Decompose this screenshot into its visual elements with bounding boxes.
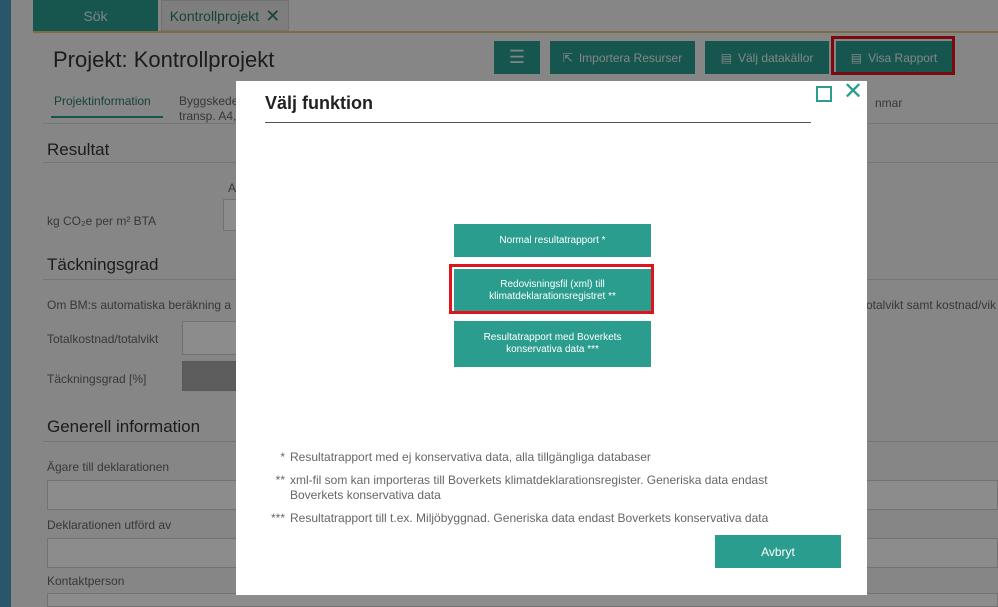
footnote-mark: *** — [270, 511, 285, 525]
footnote-text-continued: Boverkets konservativa data — [290, 488, 441, 502]
xml-register-highlight — [449, 264, 654, 314]
dialog-title-rule — [265, 122, 811, 123]
conservative-report-label-line2: konservativa data *** — [506, 344, 599, 355]
footnote-mark: * — [280, 450, 285, 464]
normal-report-button[interactable]: Normal resultatrapport * — [454, 224, 651, 257]
footnote-mark: ** — [275, 473, 285, 487]
footnote-text: xml-fil som kan importeras till Boverket… — [290, 473, 768, 487]
cancel-label: Avbryt — [761, 544, 795, 559]
select-function-dialog: Välj funktion ✕ Normal resultatrapport *… — [236, 80, 867, 595]
dialog-title: Välj funktion — [265, 93, 373, 113]
footnote-text: Resultatrapport till t.ex. Miljöbyggnad.… — [290, 511, 769, 525]
conservative-report-label-line1: Resultatrapport med Boverkets — [483, 332, 622, 343]
cancel-button[interactable]: Avbryt — [715, 535, 841, 568]
conservative-report-button[interactable]: Resultatrapport med Boverkets konservati… — [454, 321, 651, 367]
maximize-icon[interactable] — [816, 86, 832, 102]
close-icon[interactable]: ✕ — [843, 80, 863, 104]
normal-report-label: Normal resultatrapport * — [499, 234, 606, 246]
footnote-text: Resultatrapport med ej konservativa data… — [290, 450, 651, 464]
